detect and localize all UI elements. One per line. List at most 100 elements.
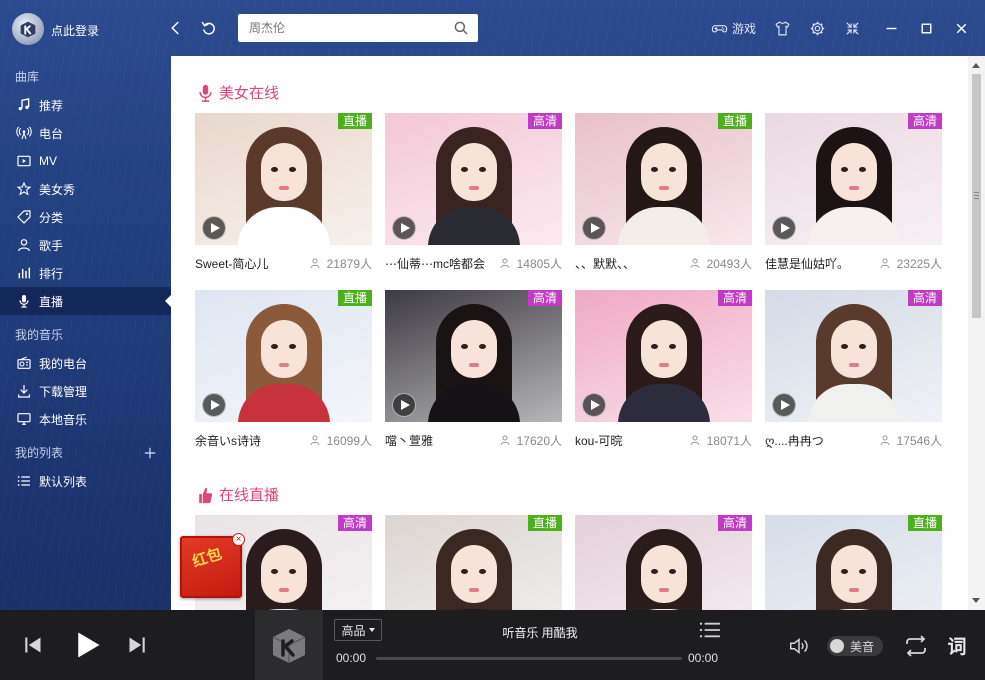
stream-thumbnail[interactable]: 高清 xyxy=(385,113,562,245)
portrait-face xyxy=(640,143,687,201)
quality-label: 高品 xyxy=(341,623,366,638)
stream-thumbnail[interactable]: 高清 xyxy=(385,290,562,422)
stream-thumbnail[interactable]: 直播 xyxy=(385,515,562,610)
streamer-name[interactable]: Sweet-简心儿 xyxy=(195,255,268,272)
scrollbar[interactable] xyxy=(968,56,985,610)
close-icon xyxy=(956,23,967,33)
sidebar-item-ranking[interactable]: 排行 xyxy=(0,259,171,287)
game-label: 游戏 xyxy=(731,21,756,36)
streamer-name[interactable]: ⋯仙蒂⋯mc啥都会 xyxy=(385,255,485,272)
scroll-thumb[interactable] xyxy=(972,74,981,318)
stream-card[interactable]: 高清 ⋯仙蒂⋯mc啥都会 14805人 xyxy=(385,113,562,281)
section-title-beauty-online: 美女在线 xyxy=(195,82,279,103)
sidebar-item-category[interactable]: 分类 xyxy=(0,203,171,231)
refresh-button[interactable] xyxy=(197,16,221,40)
stream-card[interactable]: 直播 xyxy=(385,515,562,610)
sidebar-item-live[interactable]: 直播 xyxy=(0,287,171,315)
stream-thumbnail[interactable]: 直播 xyxy=(575,113,752,245)
sidebar-item-default-playlist[interactable]: 默认列表 xyxy=(0,467,171,495)
scroll-grip-line xyxy=(974,192,979,193)
streamer-name[interactable]: 、、默默、、 xyxy=(575,255,635,272)
sidebar-item-label: 歌手 xyxy=(39,238,64,253)
stream-card[interactable]: 直播 余音いs诗诗 16099人 xyxy=(195,290,372,458)
now-playing-title: 听音乐 用酷我 xyxy=(502,626,578,640)
stream-card[interactable]: 高清 xyxy=(575,515,752,610)
sidebar-item-radio[interactable]: 电台 xyxy=(0,119,171,147)
stream-thumbnail[interactable]: 直播 xyxy=(765,515,942,610)
stream-card[interactable]: 直播 Sweet-简心儿 21879人 xyxy=(195,113,372,281)
stream-card[interactable]: 高清 ღ....冉冉つ 17546人 xyxy=(765,290,942,458)
stream-thumbnail[interactable]: 直播 xyxy=(195,290,372,422)
next-track-button[interactable] xyxy=(126,634,148,656)
play-stream-button[interactable] xyxy=(772,393,796,417)
album-art[interactable] xyxy=(255,610,323,680)
login-link[interactable]: 点此登录 xyxy=(51,22,99,39)
play-stream-button[interactable] xyxy=(392,393,416,417)
play-stream-button[interactable] xyxy=(392,216,416,240)
previous-track-button[interactable] xyxy=(22,634,44,656)
tshirt-icon xyxy=(775,20,790,35)
mini-mode-button[interactable] xyxy=(844,20,861,37)
red-packet-popup[interactable]: 红包 × xyxy=(180,533,245,598)
stream-thumbnail[interactable]: 高清 xyxy=(575,515,752,610)
stream-thumbnail[interactable]: 高清 xyxy=(765,113,942,245)
sidebar-item-label: 默认列表 xyxy=(39,474,88,489)
play-icon xyxy=(401,400,410,410)
stream-thumbnail[interactable]: 高清 xyxy=(575,290,752,422)
app-logo[interactable] xyxy=(12,13,44,45)
stream-card[interactable]: 高清 佳慧是仙姑吖。 23225人 xyxy=(765,113,942,281)
maximize-button[interactable] xyxy=(918,20,935,37)
lyrics-button[interactable]: 词 xyxy=(944,632,970,658)
search-input[interactable] xyxy=(238,14,443,42)
add-playlist-icon[interactable] xyxy=(143,446,157,460)
sidebar-item-download[interactable]: 下载管理 xyxy=(0,377,171,405)
sidebar-item-label: 推荐 xyxy=(39,98,64,113)
viewer-count: 21879人 xyxy=(309,255,372,272)
sidebar-item-singer[interactable]: 歌手 xyxy=(0,231,171,259)
stream-card[interactable]: 高清 kou-可晥 18071人 xyxy=(575,290,752,458)
streamer-name[interactable]: kou-可晥 xyxy=(575,432,622,449)
play-stream-button[interactable] xyxy=(202,393,226,417)
beauty-sound-toggle[interactable]: 美音 xyxy=(827,636,883,656)
red-packet-close-icon[interactable]: × xyxy=(232,533,245,546)
skin-button[interactable] xyxy=(774,20,791,37)
my-playlists-label: 我的列表 xyxy=(15,446,64,460)
stream-info: kou-可晥 18071人 xyxy=(575,422,752,458)
stream-thumbnail[interactable]: 高清 xyxy=(765,290,942,422)
stream-card[interactable]: 直播、、默默、、 20493人 xyxy=(575,113,752,281)
volume-button[interactable] xyxy=(787,635,811,657)
streamer-name[interactable]: 佳慧是仙姑吖。 xyxy=(765,255,849,272)
play-stream-button[interactable] xyxy=(202,216,226,240)
minimize-button[interactable] xyxy=(883,20,900,37)
back-button[interactable] xyxy=(164,16,188,40)
play-stream-button[interactable] xyxy=(772,216,796,240)
stream-card[interactable]: 高清 噹丶萱雅 17620人 xyxy=(385,290,562,458)
sidebar-item-my-radio[interactable]: 我的电台 xyxy=(0,349,171,377)
scroll-down-arrow-icon[interactable] xyxy=(972,598,980,603)
stream-card[interactable]: 直播 xyxy=(765,515,942,610)
streamer-name[interactable]: 噹丶萱雅 xyxy=(385,432,433,449)
viewer-count: 20493人 xyxy=(689,255,752,272)
play-stream-button[interactable] xyxy=(582,216,606,240)
play-mode-button[interactable] xyxy=(903,635,929,657)
stream-thumbnail[interactable]: 直播 xyxy=(195,113,372,245)
sidebar-item-beauty-show[interactable]: 美女秀 xyxy=(0,175,171,203)
sidebar-item-mv[interactable]: MV xyxy=(0,147,171,175)
sidebar-item-local-music[interactable]: 本地音乐 xyxy=(0,405,171,433)
scroll-grip-line xyxy=(974,198,979,199)
progress-bar[interactable] xyxy=(376,657,682,660)
scroll-up-arrow-icon[interactable] xyxy=(972,63,980,68)
game-button[interactable]: 游戏 xyxy=(711,20,756,37)
play-button[interactable] xyxy=(71,628,103,662)
play-stream-button[interactable] xyxy=(582,393,606,417)
close-button[interactable] xyxy=(953,20,970,37)
user-icon xyxy=(880,258,890,269)
kuwo-logo-icon xyxy=(272,629,306,663)
streamer-name[interactable]: 余音いs诗诗 xyxy=(195,432,261,449)
streamer-name[interactable]: ღ....冉冉つ xyxy=(765,432,824,449)
quality-dropdown[interactable]: 高品 xyxy=(334,619,382,641)
sidebar-item-recommend[interactable]: 推荐 xyxy=(0,91,171,119)
settings-button[interactable] xyxy=(809,20,826,37)
search-icon[interactable] xyxy=(452,19,470,37)
playlist-icon[interactable] xyxy=(699,621,721,639)
